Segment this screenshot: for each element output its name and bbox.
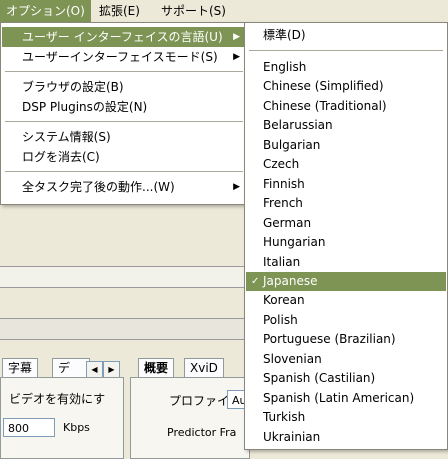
video-enable-label: ビデオを有効にす bbox=[9, 392, 106, 406]
menu-item-system-info[interactable]: システム情報(S) bbox=[2, 127, 246, 147]
language-item[interactable]: Finnish bbox=[246, 175, 446, 194]
menu-item-ui-language[interactable]: ユーザー インターフェイスの言語(U) ▶ bbox=[2, 27, 246, 47]
predictor-label: Predictor Fra bbox=[167, 426, 237, 439]
language-item[interactable]: Korean bbox=[246, 291, 446, 310]
language-item[interactable]: Hungarian bbox=[246, 233, 446, 252]
menu-item-label: ユーザー インターフェイスの言語(U) bbox=[22, 30, 223, 44]
language-item[interactable]: German bbox=[246, 214, 446, 233]
language-item[interactable]: Ukrainian bbox=[246, 428, 446, 447]
menu-item-browser-settings[interactable]: ブラウザの設定(B) bbox=[2, 77, 246, 97]
menu-options[interactable]: オプション(O) bbox=[0, 0, 91, 22]
language-label: Finnish bbox=[263, 176, 305, 191]
language-label: Korean bbox=[263, 293, 305, 308]
language-label: Turkish bbox=[263, 410, 306, 425]
menu-item-label: 全タスク完了後の動作...(W) bbox=[22, 180, 175, 194]
language-label: Spanish (Latin American) bbox=[263, 390, 415, 405]
tab-subtitles[interactable]: 字幕 bbox=[2, 358, 39, 378]
tab-de[interactable]: デ bbox=[52, 358, 90, 378]
language-item[interactable]: Chinese (Traditional) bbox=[246, 97, 446, 116]
tab-scroll-right-icon[interactable]: ▶ bbox=[103, 361, 120, 378]
language-item[interactable]: Polish bbox=[246, 311, 446, 330]
language-label: Portuguese (Brazilian) bbox=[263, 332, 396, 347]
tab-scroll-left-icon[interactable]: ◀ bbox=[86, 361, 103, 378]
menu-separator bbox=[249, 50, 443, 51]
bitrate-unit: Kbps bbox=[63, 421, 90, 434]
language-label: Slovenian bbox=[263, 351, 322, 366]
language-label: French bbox=[263, 196, 303, 211]
language-label: Chinese (Simplified) bbox=[263, 79, 384, 94]
language-item[interactable]: Belarussian bbox=[246, 116, 446, 135]
language-label: English bbox=[263, 60, 307, 74]
language-label: Czech bbox=[263, 157, 300, 172]
language-item[interactable]: Italian bbox=[246, 253, 446, 272]
language-label: Belarussian bbox=[263, 118, 333, 133]
menubar: オプション(O) 拡張(E) サポート(S) bbox=[0, 0, 448, 23]
divider-strip bbox=[0, 318, 248, 340]
options-menu: ユーザー インターフェイスの言語(U) ▶ ユーザーインターフェイスモード(S)… bbox=[0, 22, 248, 205]
tab-summary[interactable]: 概要 bbox=[138, 358, 175, 378]
language-item[interactable]: English bbox=[246, 58, 446, 77]
language-item[interactable]: Bulgarian bbox=[246, 136, 446, 155]
menu-item-clear-log[interactable]: ログを消去(C) bbox=[2, 147, 246, 167]
language-label: Italian bbox=[263, 254, 301, 269]
language-label: Spanish (Castilian) bbox=[263, 371, 376, 386]
language-item-selected[interactable]: ✓ Japanese bbox=[246, 271, 446, 292]
language-item-default[interactable]: 標準(D) bbox=[246, 26, 446, 45]
language-label: Chinese (Traditional) bbox=[263, 98, 387, 113]
menu-item-after-all-tasks[interactable]: 全タスク完了後の動作...(W) ▶ bbox=[2, 177, 246, 197]
language-item[interactable]: Spanish (Castilian) bbox=[246, 369, 446, 388]
language-item[interactable]: Spanish (Latin American) bbox=[246, 389, 446, 408]
language-item[interactable]: Portuguese (Brazilian) bbox=[246, 330, 446, 349]
language-label: Japanese bbox=[263, 273, 318, 288]
menu-item-dsp-settings[interactable]: DSP Pluginsの設定(N) bbox=[2, 97, 246, 117]
toolbar-strip bbox=[0, 266, 248, 288]
menu-support[interactable]: サポート(S) bbox=[155, 0, 232, 22]
menu-extensions[interactable]: 拡張(E) bbox=[93, 0, 146, 22]
submenu-arrow-icon: ▶ bbox=[233, 32, 240, 42]
language-label: German bbox=[263, 215, 312, 230]
language-item[interactable]: Chinese (Simplified) bbox=[246, 77, 446, 96]
submenu-arrow-icon: ▶ bbox=[233, 52, 240, 62]
language-label: Bulgarian bbox=[263, 137, 321, 152]
menu-item-label: ユーザーインターフェイスモード(S) bbox=[22, 50, 218, 64]
video-panel: ビデオを有効にす 800 Kbps bbox=[0, 377, 124, 459]
menu-item-ui-mode[interactable]: ユーザーインターフェイスモード(S) ▶ bbox=[2, 47, 246, 67]
language-submenu: 標準(D) English Chinese (Simplified) Chinese… bbox=[244, 22, 448, 450]
tab-xvid[interactable]: XviD bbox=[184, 358, 224, 378]
menu-separator bbox=[5, 71, 243, 72]
language-item[interactable]: French bbox=[246, 194, 446, 213]
menu-separator bbox=[5, 121, 243, 122]
language-item[interactable]: Czech bbox=[246, 155, 446, 174]
bitrate-input[interactable]: 800 bbox=[3, 418, 55, 437]
submenu-arrow-icon: ▶ bbox=[233, 182, 240, 192]
xvid-panel: プロファイ Au Predictor Fra bbox=[130, 377, 250, 459]
language-item[interactable]: Turkish bbox=[246, 408, 446, 427]
profile-label: プロファイ bbox=[169, 394, 230, 408]
menu-separator bbox=[5, 171, 243, 172]
language-label: Polish bbox=[263, 312, 298, 327]
language-label: Hungarian bbox=[263, 235, 326, 250]
checkmark-icon: ✓ bbox=[251, 275, 260, 287]
language-label: Ukrainian bbox=[263, 429, 321, 444]
language-item[interactable]: Slovenian bbox=[246, 350, 446, 369]
